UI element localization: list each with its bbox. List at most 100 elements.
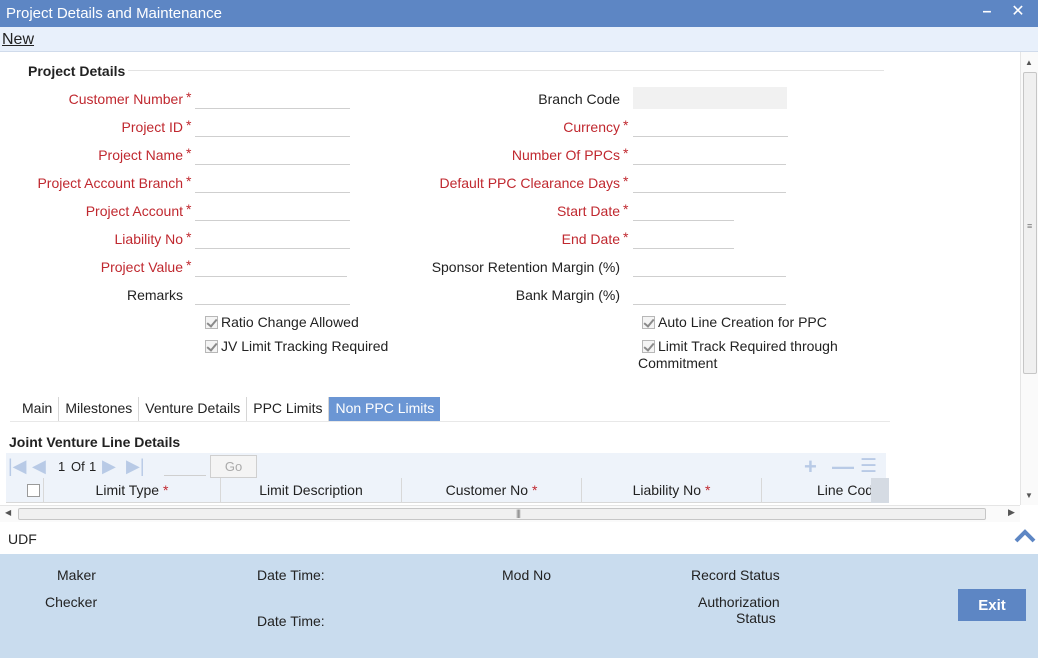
previous-page-icon[interactable]: ◀ [32, 456, 46, 476]
close-button[interactable]: ✕ [1008, 2, 1028, 22]
page-total: 1 [89, 459, 97, 474]
bank-margin-label: Bank Margin (%) [515, 287, 620, 303]
add-row-icon[interactable]: + [804, 454, 817, 480]
column-header-line-code[interactable]: Line Code [762, 478, 880, 503]
start-date-label: Start Date [556, 203, 620, 219]
start-date-field[interactable] [633, 199, 734, 221]
scroll-left-icon[interactable]: ◀ [5, 508, 11, 517]
currency-field[interactable] [633, 115, 788, 137]
limit-track-commitment-checkbox[interactable]: Limit Track Required through [642, 338, 838, 354]
scroll-right-icon[interactable]: ▶ [1008, 507, 1015, 518]
default-ppc-clearance-days-label: Default PPC Clearance Days [439, 175, 620, 191]
page-current: 1 [58, 459, 66, 474]
select-all-cell [6, 478, 44, 503]
sponsor-retention-margin-label: Sponsor Retention Margin (%) [431, 259, 620, 275]
horizontal-scrollbar[interactable]: ◀ ||| [0, 505, 1020, 522]
remarks-field[interactable] [195, 283, 350, 305]
default-ppc-clearance-days-field[interactable] [633, 171, 786, 193]
required-marker: * [623, 117, 629, 133]
required-marker: * [186, 145, 192, 161]
tab-main[interactable]: Main [16, 397, 60, 421]
checkbox-checked-icon[interactable] [205, 316, 218, 329]
project-id-label: Project ID [121, 119, 183, 135]
window-title: Project Details and Maintenance [6, 5, 222, 22]
grid-pager: |◀ ◀ 1 Of 1 ▶ ▶| Go + — ☰ [6, 453, 886, 479]
udf-label[interactable]: UDF [8, 531, 37, 547]
liability-no-label: Liability No [114, 231, 183, 247]
toolbar: New [0, 27, 1038, 52]
next-page-icon[interactable]: ▶ [102, 456, 116, 476]
jv-limit-tracking-checkbox[interactable]: JV Limit Tracking Required [205, 338, 388, 354]
horizontal-scroll-thumb[interactable]: ||| [18, 508, 986, 520]
detail-tabs: Main Milestones Venture Details PPC Limi… [16, 397, 441, 421]
column-header-customer-no[interactable]: Customer No * [402, 478, 582, 503]
project-account-label: Project Account [85, 203, 183, 219]
required-marker: * [186, 201, 192, 217]
vertical-scroll-thumb[interactable]: ≡ [1023, 72, 1037, 374]
section-title: Project Details [28, 63, 126, 79]
project-id-field[interactable] [195, 115, 350, 137]
tab-non-ppc-limits[interactable]: Non PPC Limits [329, 397, 441, 421]
project-name-field[interactable] [195, 143, 350, 165]
customer-number-field[interactable] [195, 87, 350, 109]
project-account-branch-label: Project Account Branch [37, 175, 183, 191]
required-marker: * [623, 229, 629, 245]
remarks-label: Remarks [126, 287, 183, 303]
project-account-field[interactable] [195, 199, 350, 221]
project-account-branch-field[interactable] [195, 171, 350, 193]
delete-row-icon[interactable]: — [832, 454, 854, 480]
minimize-button[interactable]: – [977, 2, 997, 22]
checkbox-checked-icon[interactable] [205, 340, 218, 353]
project-name-label: Project Name [98, 147, 183, 163]
end-date-label: End Date [561, 231, 620, 247]
tab-venture-details[interactable]: Venture Details [139, 397, 248, 421]
single-view-icon[interactable]: ☰ [860, 455, 877, 478]
checker-date-time-label: Date Time: [257, 613, 325, 629]
checkbox-checked-icon[interactable] [642, 316, 655, 329]
record-status-label: Record Status [691, 567, 780, 583]
mod-no-label: Mod No [502, 567, 552, 583]
last-page-icon[interactable]: ▶| [126, 456, 145, 476]
number-of-ppcs-label: Number Of PPCs [511, 147, 620, 163]
grid-title: Joint Venture Line Details [9, 434, 181, 450]
window-title-bar: Project Details and Maintenance – ✕ [0, 0, 1038, 27]
scroll-down-icon[interactable]: ▼ [1025, 491, 1033, 500]
tab-milestones[interactable]: Milestones [59, 397, 140, 421]
limit-track-commitment-label: Limit Track Required through [658, 338, 838, 354]
project-value-label: Project Value [100, 259, 183, 275]
ratio-change-allowed-checkbox[interactable]: Ratio Change Allowed [205, 314, 359, 330]
liability-no-field[interactable] [195, 227, 350, 249]
required-marker: * [623, 145, 629, 161]
column-header-liability-no[interactable]: Liability No * [582, 478, 762, 503]
branch-code-label: Branch Code [538, 91, 620, 107]
checkbox-checked-icon[interactable] [642, 340, 655, 353]
auto-line-creation-label: Auto Line Creation for PPC [658, 314, 827, 330]
vertical-scrollbar[interactable]: ▲ ≡ ▼ [1020, 52, 1038, 505]
required-marker: * [186, 257, 192, 273]
bank-margin-field[interactable] [633, 283, 786, 305]
maker-label: Maker [57, 567, 96, 583]
first-page-icon[interactable]: |◀ [8, 456, 27, 476]
end-date-field[interactable] [633, 227, 734, 249]
chevron-up-icon[interactable] [1013, 524, 1037, 548]
number-of-ppcs-field[interactable] [633, 143, 786, 165]
scroll-up-icon[interactable]: ▲ [1025, 58, 1033, 67]
required-marker: * [186, 89, 192, 105]
column-header-limit-description[interactable]: Limit Description [221, 478, 402, 503]
new-button[interactable]: New [2, 31, 34, 49]
grip-icon: ≡ [1027, 221, 1033, 231]
checker-label: Checker [45, 594, 98, 610]
ratio-change-allowed-label: Ratio Change Allowed [221, 314, 359, 330]
tab-divider [10, 421, 890, 422]
authorization-status-label: Authorization [698, 594, 780, 610]
column-header-limit-type[interactable]: Limit Type * [44, 478, 221, 503]
select-all-checkbox[interactable] [27, 484, 40, 497]
auto-line-creation-checkbox[interactable]: Auto Line Creation for PPC [642, 314, 827, 330]
go-button[interactable]: Go [210, 455, 257, 478]
tab-ppc-limits[interactable]: PPC Limits [247, 397, 330, 421]
exit-button[interactable]: Exit [958, 589, 1026, 621]
sponsor-retention-margin-field[interactable] [633, 255, 786, 277]
branch-code-field [633, 87, 787, 109]
page-number-input[interactable] [164, 456, 206, 476]
project-value-field[interactable] [195, 255, 347, 277]
